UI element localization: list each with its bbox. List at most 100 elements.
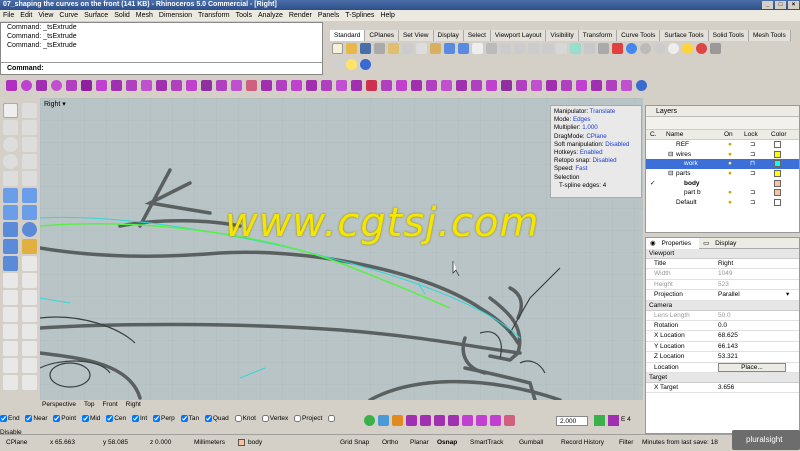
box-icon[interactable] [3, 222, 18, 237]
layer-color-swatch[interactable] [774, 170, 781, 178]
ts-weld-icon[interactable] [426, 80, 437, 91]
ghosted-icon[interactable] [654, 43, 665, 54]
points-icon[interactable] [598, 43, 609, 54]
tab-display[interactable]: Display [433, 30, 464, 41]
close-button[interactable]: × [788, 1, 799, 9]
mesh-icon[interactable] [3, 256, 18, 271]
menu-mesh[interactable]: Mesh [133, 10, 156, 21]
import-icon[interactable] [388, 43, 399, 54]
layer-color-swatch[interactable] [774, 160, 781, 168]
power-icon[interactable] [364, 415, 375, 426]
layer-row[interactable]: Default ● ⊐ [646, 198, 799, 208]
osnap-cen[interactable]: Cen [106, 414, 126, 422]
gumball-icon[interactable] [612, 43, 623, 54]
tab-viewport-layout[interactable]: Viewport Layout [490, 30, 547, 41]
tab-top[interactable]: Top [84, 401, 94, 408]
smooth-toggle-icon[interactable] [378, 415, 389, 426]
ts-grow-icon[interactable] [276, 80, 287, 91]
cut-icon[interactable] [402, 43, 413, 54]
osnap-int-checkbox[interactable] [131, 414, 139, 422]
bulb-icon[interactable] [346, 59, 357, 70]
status-layer[interactable]: body [248, 435, 262, 451]
osnap-vertex[interactable]: Vertex [261, 414, 288, 422]
ts-cylinder-icon[interactable] [36, 80, 47, 91]
tab-properties[interactable]: ◉ Properties [646, 238, 700, 249]
ts-smooth-icon[interactable] [516, 80, 527, 91]
layer-color-swatch[interactable] [774, 141, 781, 148]
ortho-toggle[interactable]: Ortho [382, 435, 398, 451]
status-cplane[interactable]: CPlane [6, 435, 27, 451]
extrude-surface-icon[interactable] [22, 188, 37, 203]
ts-loop-icon[interactable] [306, 80, 317, 91]
lock-closed-icon[interactable]: ⊓ [750, 159, 755, 169]
layer-color-swatch[interactable] [774, 150, 781, 158]
tab-solid-tools[interactable]: Solid Tools [708, 30, 749, 41]
ts-extrude-icon[interactable] [126, 80, 137, 91]
ts-unweld-icon[interactable] [441, 80, 452, 91]
ts-uncrease-icon[interactable] [471, 80, 482, 91]
osnap-toggle[interactable]: Osnap [437, 435, 457, 451]
sweep-icon[interactable] [22, 205, 37, 220]
layer-row[interactable]: part b ● ⊐ [646, 188, 799, 198]
select-icon[interactable] [584, 43, 595, 54]
rotation-field[interactable]: 0.0 [718, 321, 727, 331]
new-file-icon[interactable] [332, 43, 343, 54]
ts-plane-icon[interactable] [66, 80, 77, 91]
hide-icon[interactable] [3, 375, 18, 390]
tab-transform[interactable]: Transform [578, 30, 618, 41]
ts-box-mode-icon[interactable] [531, 80, 542, 91]
osnap-perp-checkbox[interactable] [153, 414, 161, 422]
ts-display-icon[interactable] [546, 80, 557, 91]
collapse-icon[interactable]: ⊟ [668, 150, 673, 160]
select-arrow-icon[interactable] [3, 103, 18, 118]
surface-icon[interactable] [3, 188, 18, 203]
cube-faces-icon[interactable] [420, 415, 431, 426]
four-views-icon[interactable] [556, 43, 567, 54]
zoom-icon[interactable] [500, 43, 511, 54]
polyline-icon[interactable] [3, 120, 18, 135]
filter-toggle[interactable]: Filter [619, 435, 633, 451]
ts-pipe-icon[interactable] [171, 80, 182, 91]
unlock-icon[interactable]: ⊐ [750, 169, 755, 179]
ts-delete-icon[interactable] [366, 80, 377, 91]
maximize-button[interactable]: □ [775, 1, 786, 9]
menu-help[interactable]: Help [377, 10, 397, 21]
osnap-tan-checkbox[interactable] [180, 414, 188, 422]
save-file-icon[interactable] [360, 43, 371, 54]
polygon-icon[interactable] [3, 171, 18, 186]
viewport-title[interactable]: Right ▾ [42, 100, 68, 108]
undo-icon[interactable] [444, 43, 455, 54]
grid-icon[interactable] [332, 59, 343, 70]
smarttrack-toggle[interactable]: SmartTrack [470, 435, 503, 451]
light-icon[interactable] [682, 43, 693, 54]
menu-file[interactable]: File [0, 10, 17, 21]
osnap-near-checkbox[interactable] [25, 414, 33, 422]
tab-right[interactable]: Right [126, 401, 141, 408]
sphere-icon[interactable] [22, 222, 37, 237]
osnap-quad-checkbox[interactable] [204, 414, 212, 422]
zoom-window-icon[interactable] [514, 43, 525, 54]
osnap-near[interactable]: Near [25, 414, 47, 422]
rotate-manip-icon[interactable] [476, 415, 487, 426]
collapse-icon[interactable]: ⊟ [668, 169, 673, 179]
menu-edit[interactable]: Edit [17, 10, 35, 21]
lock-icon[interactable] [22, 375, 37, 390]
column-current[interactable]: C. [650, 130, 657, 140]
layers-panel-title[interactable]: Layers [646, 106, 799, 117]
trim-icon[interactable] [3, 273, 18, 288]
bulb-on-icon[interactable]: ● [728, 150, 732, 160]
bulb-on-icon[interactable]: ● [728, 169, 732, 179]
ts-convert-icon[interactable] [231, 80, 242, 91]
z-location-field[interactable]: 53.321 [718, 352, 738, 362]
ts-split-icon[interactable] [576, 80, 587, 91]
layer-color-swatch[interactable] [774, 179, 781, 187]
projection-select[interactable]: Parallel [718, 290, 740, 300]
menu-solid[interactable]: Solid [111, 10, 133, 21]
point-icon[interactable] [22, 103, 37, 118]
box-toggle-icon[interactable] [392, 415, 403, 426]
mirror-icon[interactable] [22, 324, 37, 339]
menu-tsplines[interactable]: T-Splines [342, 10, 377, 21]
translate-icon[interactable] [462, 415, 473, 426]
ts-repair-icon[interactable] [591, 80, 602, 91]
rotate-view-icon[interactable] [486, 43, 497, 54]
